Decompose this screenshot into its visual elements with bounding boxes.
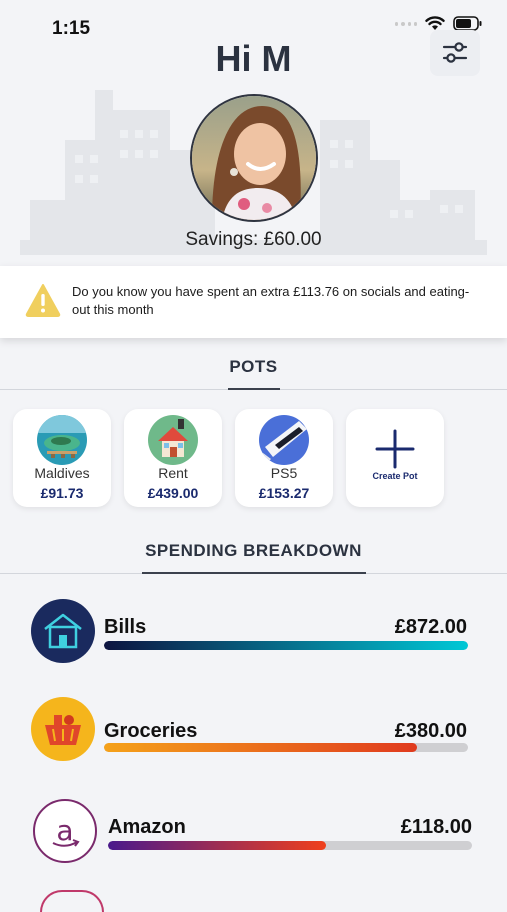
create-pot-label: Create Pot [372, 471, 418, 481]
wifi-icon [425, 16, 445, 30]
amazon-progress-bar [108, 841, 472, 850]
groceries-icon [31, 697, 95, 761]
groceries-progress-fill [104, 743, 418, 752]
amazon-icon: a [33, 799, 97, 863]
pots-title-underline [228, 388, 280, 390]
spending-title-underline [142, 572, 366, 574]
category-amount-amazon: £118.00 [400, 816, 472, 838]
pot-amount: £91.73 [40, 485, 84, 501]
create-pot-button[interactable]: Create Pot [346, 409, 444, 507]
spending-alert-banner[interactable]: Do you know you have spent an extra £113… [0, 266, 507, 338]
pots-title: POTS [229, 357, 278, 376]
pot-name: PS5 [270, 465, 298, 481]
groceries-progress-bar [104, 743, 468, 752]
status-time: 1:15 [52, 18, 91, 39]
bills-progress-bar [104, 641, 468, 650]
alert-message: Do you know you have spent an extra £113… [72, 284, 470, 317]
pot-card-maldives[interactable]: Maldives £91.73 [13, 409, 111, 507]
amazon-progress-fill [108, 841, 327, 850]
category-amount-groceries: £380.00 [394, 720, 467, 742]
bills-progress-fill [104, 641, 468, 650]
pot-amount: £439.00 [147, 485, 199, 501]
spending-breakdown-title: SPENDING BREAKDOWN [145, 541, 362, 560]
plus-icon [375, 429, 415, 469]
pot-amount: £153.27 [258, 485, 310, 501]
savings-amount: Savings: £60.00 [185, 229, 322, 250]
category-name-bills: Bills [104, 616, 147, 638]
pot-card-rent[interactable]: Rent £439.00 [124, 409, 222, 507]
category-name-amazon: Amazon [108, 816, 186, 838]
profile-photo [192, 96, 316, 220]
console-icon [259, 415, 309, 465]
svg-text:a: a [56, 814, 73, 847]
filter-settings-button[interactable] [430, 30, 480, 76]
user-avatar[interactable] [190, 94, 318, 222]
pot-card-ps5[interactable]: PS5 £153.27 [235, 409, 333, 507]
status-icons [395, 16, 483, 31]
category-name-groceries: Groceries [104, 720, 198, 742]
warning-icon [25, 284, 61, 317]
battery-icon [453, 16, 482, 31]
pot-name: Maldives [34, 465, 90, 481]
next-category-icon-peek [40, 890, 104, 912]
category-amount-bills: £872.00 [394, 616, 467, 638]
pot-name: Rent [158, 465, 188, 481]
sliders-icon [442, 42, 468, 63]
house-icon [148, 415, 198, 465]
bills-icon [31, 599, 95, 663]
maldives-island-icon [37, 415, 87, 465]
signal-icon [395, 21, 417, 26]
